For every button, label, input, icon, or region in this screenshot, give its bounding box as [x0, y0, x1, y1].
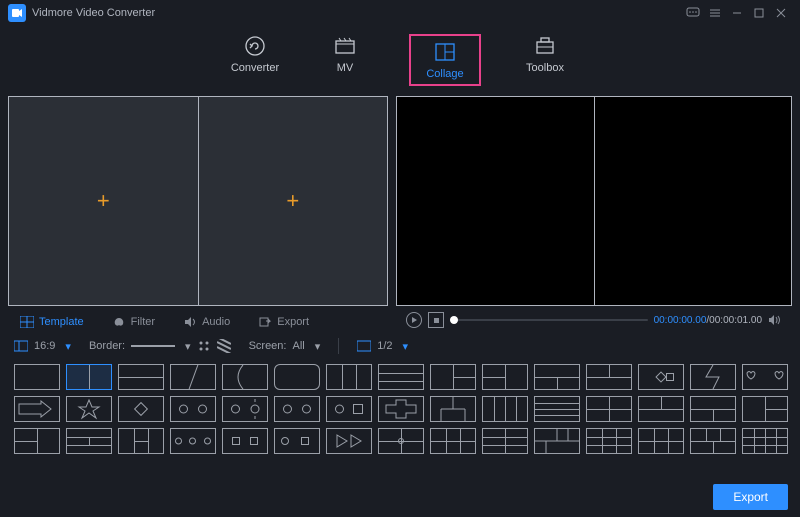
- template-2h-vt[interactable]: [638, 396, 684, 422]
- main-nav: Converter MV Collage Toolbox: [0, 26, 800, 96]
- template-brick[interactable]: [690, 428, 736, 454]
- template-1-2l[interactable]: [482, 364, 528, 390]
- screen-select[interactable]: Screen: All ▾: [249, 340, 321, 353]
- footer-bar: Export: [0, 477, 800, 517]
- template-circ-sq[interactable]: [326, 396, 372, 422]
- border-option: Border: ▾: [89, 339, 231, 353]
- feedback-icon[interactable]: [682, 2, 704, 24]
- menu-icon[interactable]: [704, 2, 726, 24]
- titlebar: Vidmore Video Converter: [0, 0, 800, 26]
- template-hex[interactable]: [638, 364, 684, 390]
- volume-icon[interactable]: [768, 314, 782, 326]
- template-2x3[interactable]: [482, 428, 528, 454]
- template-1-2t[interactable]: [586, 364, 632, 390]
- border-color-select[interactable]: [197, 339, 211, 353]
- template-2circ-b[interactable]: [274, 396, 320, 422]
- border-style-select[interactable]: ▾: [131, 340, 191, 353]
- nav-mv[interactable]: MV: [319, 34, 371, 86]
- nav-collage-highlight: Collage: [409, 34, 481, 86]
- template-2v-hl[interactable]: [14, 428, 60, 454]
- export-button[interactable]: Export: [713, 484, 788, 510]
- nav-collage[interactable]: Collage: [419, 40, 471, 80]
- template-2h[interactable]: [118, 364, 164, 390]
- template-3x3[interactable]: [586, 428, 632, 454]
- template-hearts[interactable]: [742, 364, 788, 390]
- template-options: 16:9 ▾ Border: ▾ Screen: All ▾ 1/2 ▾: [0, 332, 800, 364]
- nav-converter[interactable]: Converter: [229, 34, 281, 86]
- template-3h[interactable]: [378, 364, 424, 390]
- template-3v-mid[interactable]: [118, 428, 164, 454]
- app-logo: [8, 4, 26, 22]
- template-puzzle[interactable]: [378, 428, 424, 454]
- seek-knob[interactable]: [450, 316, 458, 324]
- app-title: Vidmore Video Converter: [32, 7, 155, 19]
- collage-slot-1[interactable]: +: [9, 97, 199, 305]
- tab-template[interactable]: Template: [14, 312, 90, 332]
- border-pattern-select[interactable]: [217, 339, 231, 353]
- template-star[interactable]: [66, 396, 112, 422]
- template-3x2b[interactable]: [638, 428, 684, 454]
- add-icon: +: [286, 188, 299, 214]
- template-u[interactable]: [430, 396, 476, 422]
- template-cross[interactable]: [378, 396, 424, 422]
- template-single[interactable]: [14, 364, 60, 390]
- template-1-2r[interactable]: [430, 364, 476, 390]
- playback-time: 00:00:00.00/00:00:01.00: [654, 315, 762, 326]
- template-2v-hr[interactable]: [742, 396, 788, 422]
- template-2circ-a[interactable]: [170, 396, 216, 422]
- tab-filter[interactable]: Filter: [106, 312, 161, 332]
- tab-audio[interactable]: Audio: [177, 312, 236, 332]
- add-icon: +: [97, 188, 110, 214]
- preview-slot-2: [595, 97, 792, 305]
- template-diag[interactable]: [170, 364, 216, 390]
- stop-button[interactable]: [428, 312, 444, 328]
- template-4v[interactable]: [482, 396, 528, 422]
- template-1-2b[interactable]: [534, 364, 580, 390]
- nav-toolbox[interactable]: Toolbox: [519, 34, 571, 86]
- play-button[interactable]: [406, 312, 422, 328]
- preview-slot-1: [397, 97, 595, 305]
- template-curve[interactable]: [222, 364, 268, 390]
- template-2v[interactable]: [66, 364, 112, 390]
- template-2h-vb[interactable]: [690, 396, 736, 422]
- template-4h[interactable]: [534, 396, 580, 422]
- template-3v[interactable]: [326, 364, 372, 390]
- template-rounded[interactable]: [274, 364, 320, 390]
- template-4x3[interactable]: [742, 428, 788, 454]
- preview-panel: [396, 96, 792, 306]
- template-zig[interactable]: [690, 364, 736, 390]
- split-select[interactable]: 1/2 ▾: [357, 340, 408, 353]
- chevron-down-icon: ▾: [65, 340, 71, 353]
- chevron-down-icon: ▾: [403, 340, 409, 353]
- seek-slider[interactable]: [450, 319, 648, 321]
- template-3x2a[interactable]: [430, 428, 476, 454]
- maximize-icon[interactable]: [748, 2, 770, 24]
- playback-controls: 00:00:00.00/00:00:01.00: [398, 308, 790, 332]
- template-windmill[interactable]: [534, 428, 580, 454]
- template-3h-mid[interactable]: [66, 428, 112, 454]
- tab-export[interactable]: Export: [252, 312, 315, 332]
- minimize-icon[interactable]: [726, 2, 748, 24]
- close-icon[interactable]: [770, 2, 792, 24]
- aspect-ratio-select[interactable]: 16:9 ▾: [14, 340, 71, 353]
- template-play[interactable]: [326, 428, 372, 454]
- collage-slot-2[interactable]: +: [199, 97, 388, 305]
- collage-editor: + +: [8, 96, 388, 306]
- chevron-down-icon: ▾: [315, 340, 321, 353]
- template-grid: [0, 364, 800, 454]
- template-sq-circ[interactable]: [222, 428, 268, 454]
- template-diamond[interactable]: [118, 396, 164, 422]
- template-arrow[interactable]: [14, 396, 60, 422]
- template-3circ[interactable]: [170, 428, 216, 454]
- template-2circ-sun[interactable]: [222, 396, 268, 422]
- template-2x2[interactable]: [586, 396, 632, 422]
- template-circ-sq2[interactable]: [274, 428, 320, 454]
- workspace: + +: [0, 96, 800, 306]
